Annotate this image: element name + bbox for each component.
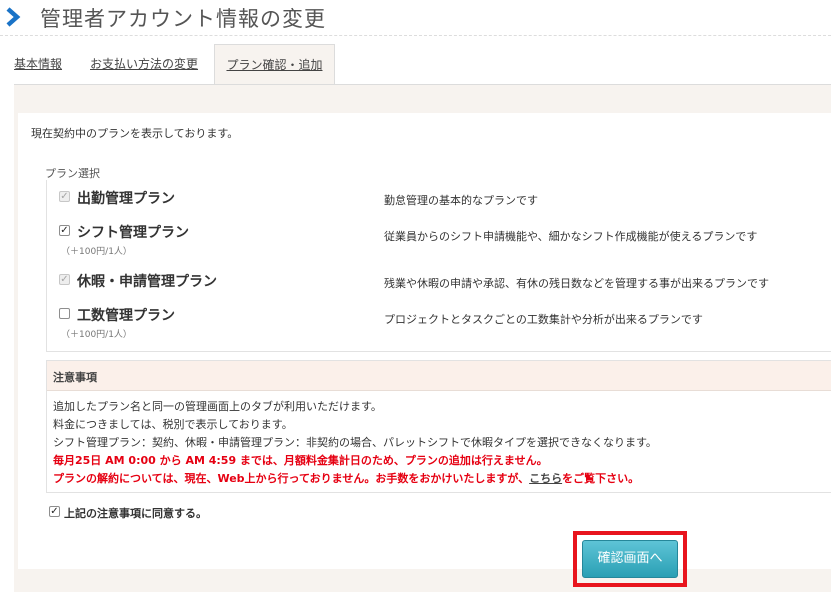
plan-checkbox-shift[interactable]: ✓: [59, 225, 70, 236]
agree-label[interactable]: 上記の注意事項に同意する。: [64, 505, 207, 521]
notice-box: 注意事項 追加したプラン名と同一の管理画面上のタブが利用いただけます。 料金につ…: [46, 360, 831, 493]
confirm-button[interactable]: 確認画面へ: [582, 540, 678, 578]
tab-label: 基本情報: [14, 57, 63, 71]
plan-price: （＋100円/1人）: [61, 330, 132, 340]
plan-select-label: プラン選択: [45, 167, 100, 180]
plan-description: 勤怠管理の基本的なプランです: [384, 194, 538, 207]
page-header: 管理者アカウント情報の変更: [0, 0, 831, 36]
tab-label: プラン確認・追加: [226, 58, 323, 72]
notice-line: シフト管理プラン：契約、休暇・申請管理プラン：非契約の場合、パレットシフトで休暇…: [53, 436, 657, 449]
plan-description: 従業員からのシフト申請機能や、細かなシフト作成機能が使えるプランです: [384, 230, 758, 243]
plan-list: ✓ 出勤管理プラン 勤怠管理の基本的なプランです ✓ シフト管理プラン （＋10…: [46, 180, 831, 352]
plan-name: シフト管理プラン: [77, 225, 189, 241]
notice-line: 追加したプラン名と同一の管理画面上のタブが利用いただけます。: [53, 400, 382, 413]
notice-header: 注意事項: [47, 361, 831, 391]
notice-warning-maintenance: 毎月25日 AM 0:00 から AM 4:59 までは、月額料金集計日のため、…: [53, 454, 548, 467]
plan-description: プロジェクトとタスクごとの工数集計や分析が出来るプランです: [384, 313, 703, 326]
plan-name: 出勤管理プラン: [77, 191, 175, 207]
cancellation-link[interactable]: こちら: [529, 472, 562, 485]
confirm-button-highlight: 確認画面へ: [573, 531, 687, 587]
plan-panel: 現在契約中のプランを表示しております。 プラン選択 ✓ 出勤管理プラン 勤怠管理…: [14, 84, 831, 592]
tab-label: お支払い方法の変更: [90, 57, 199, 71]
notice-warning-cancellation: プランの解約については、現在、Web上から行っておりません。お手数をおかけいたし…: [53, 470, 639, 486]
notice-heading: 注意事項: [53, 371, 97, 384]
plan-checkbox-attendance: ✓: [59, 191, 70, 202]
tab-payment-method[interactable]: お支払い方法の変更: [90, 44, 198, 84]
intro-text: 現在契約中のプランを表示しております。: [31, 127, 239, 140]
page-title: 管理者アカウント情報の変更: [40, 7, 326, 31]
tab-bar: 基本情報 お支払い方法の変更 プラン確認・追加: [0, 44, 831, 85]
plan-price: （＋100円/1人）: [61, 247, 132, 257]
plan-description: 残業や休暇の申請や承認、有休の残日数などを管理する事が出来るプランです: [384, 277, 769, 290]
plan-name: 工数管理プラン: [77, 308, 175, 324]
warning-text: プランの解約については、現在、Web上から行っておりません。お手数をおかけいたし…: [53, 472, 530, 485]
tab-basic-info[interactable]: 基本情報: [14, 44, 62, 84]
tab-plan-confirm-add[interactable]: プラン確認・追加: [214, 44, 335, 85]
notice-line: 料金につきましては、税別で表示しております。: [53, 418, 293, 431]
agree-checkbox[interactable]: ✓: [49, 506, 60, 517]
plan-checkbox-man-hours[interactable]: [59, 308, 70, 319]
chevron-right-icon: [6, 7, 21, 27]
plan-content: 現在契約中のプランを表示しております。 プラン選択 ✓ 出勤管理プラン 勤怠管理…: [18, 113, 831, 569]
plan-checkbox-leave: ✓: [59, 274, 70, 285]
warning-text: をご覧下さい。: [562, 472, 640, 485]
plan-name: 休暇・申請管理プラン: [77, 274, 217, 290]
